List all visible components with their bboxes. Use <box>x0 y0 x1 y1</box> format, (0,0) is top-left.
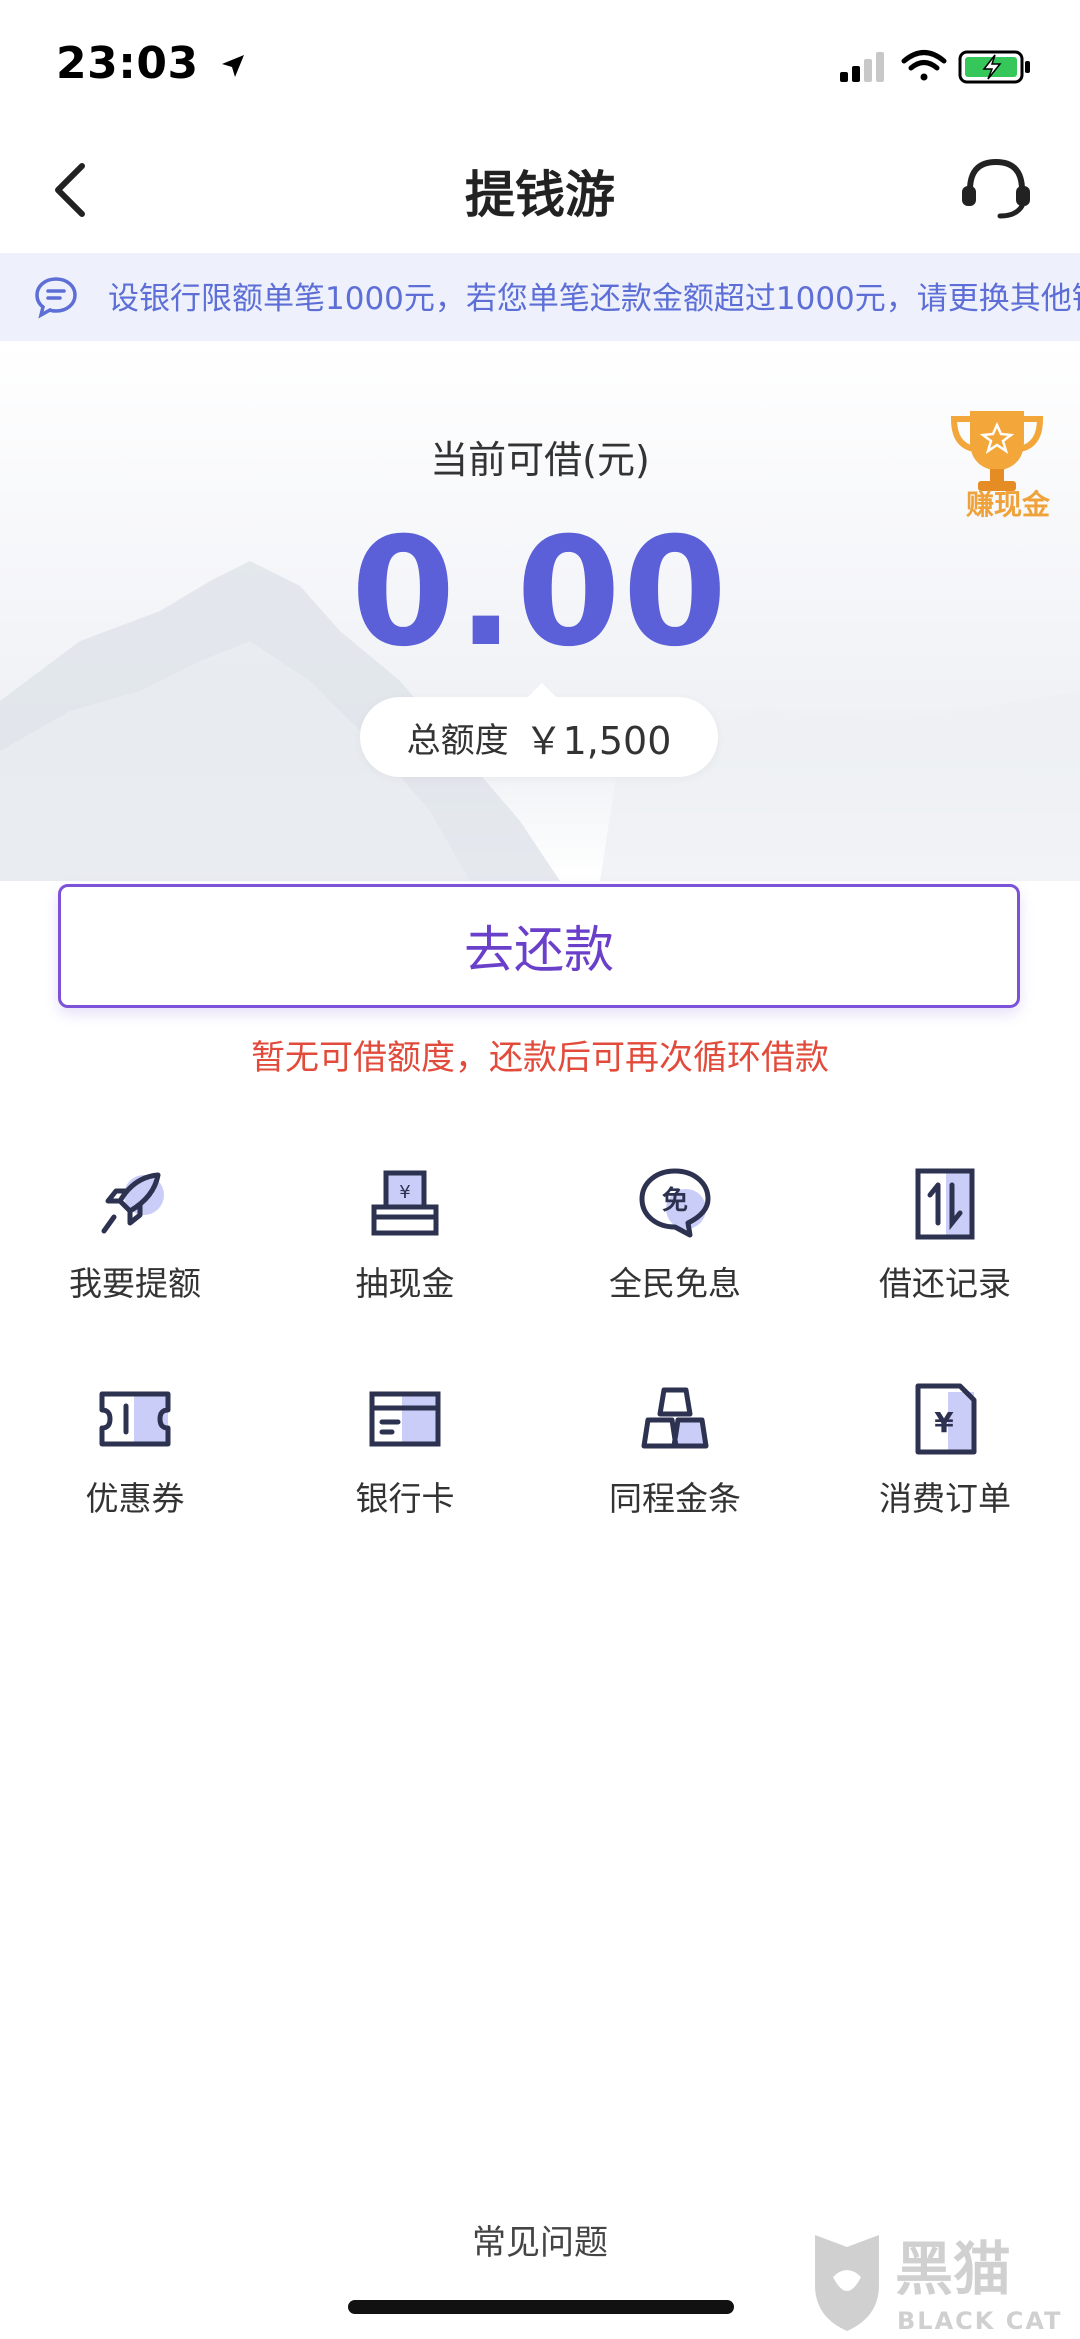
grid-item-free-interest[interactable]: 免 全民免息 <box>540 1165 810 1325</box>
grid-item-orders[interactable]: ¥ 消费订单 <box>810 1380 1080 1540</box>
repay-tip: 暂无可借额度，还款后可再次循环借款 <box>251 1038 829 1078</box>
grid-label: 借还记录 <box>879 1264 1011 1303</box>
order-icon: ¥ <box>915 1383 977 1455</box>
status-time-text: 23:03 <box>56 38 199 89</box>
total-credit-pill: 总额度 ￥1,500 <box>360 683 718 777</box>
total-credit-label: 总额度 <box>406 720 509 761</box>
grid-label: 同程金条 <box>609 1479 741 1518</box>
grid-item-records[interactable]: 借还记录 <box>810 1165 1080 1325</box>
cash-draw-icon: ¥ <box>371 1170 439 1236</box>
notice-bar[interactable]: 设银行限额单笔1000元，若您单笔还款金额超过1000元，请更换其他银 <box>0 253 1080 341</box>
grid-label: 银行卡 <box>355 1479 455 1518</box>
watermark-text-cn: 黑猫 <box>895 2235 1011 2303</box>
grid-item-coupon[interactable]: 优惠券 <box>0 1380 270 1540</box>
available-amount: 0.00 <box>350 506 730 680</box>
available-label: 当前可借(元) <box>430 438 650 482</box>
notice-text: 设银行限额单笔1000元，若您单笔还款金额超过1000元，请更换其他银 <box>108 281 1080 317</box>
bank-card-icon <box>369 1391 441 1447</box>
customer-service-button[interactable] <box>956 152 1036 222</box>
grid-label: 全民免息 <box>609 1264 741 1303</box>
record-icon <box>915 1168 975 1240</box>
location-arrow-icon <box>222 55 245 77</box>
signal-icon <box>840 52 884 82</box>
status-time: 23:03 <box>56 38 248 89</box>
grid-label: 消费订单 <box>879 1479 1011 1518</box>
battery-icon <box>958 50 1030 84</box>
svg-text:¥: ¥ <box>399 1182 410 1203</box>
earn-cash-label[interactable]: 赚现金 <box>966 483 1050 523</box>
headset-icon <box>962 158 1030 219</box>
repay-button[interactable]: 去还款 <box>58 884 1020 1008</box>
rocket-icon <box>101 1172 164 1234</box>
page-title: 提钱游 <box>465 166 615 224</box>
free-interest-icon: 免 <box>639 1168 711 1238</box>
black-cat-watermark: 黑猫 BLACK CAT <box>815 2235 1062 2335</box>
total-credit-value: ￥1,500 <box>524 718 672 763</box>
watermark-text-en: BLACK CAT <box>897 2307 1062 2335</box>
svg-text:¥: ¥ <box>934 1406 954 1439</box>
message-icon <box>35 277 77 319</box>
coupon-icon <box>99 1391 171 1447</box>
hero-section: 当前可借(元) 0.00 总额度 ￥1,500 赚现金 <box>0 341 1080 881</box>
grid-label: 优惠券 <box>85 1479 185 1518</box>
grid-label: 我要提额 <box>69 1264 201 1303</box>
grid-item-bank-card[interactable]: 银行卡 <box>270 1380 540 1540</box>
grid-item-cash-draw[interactable]: ¥ 抽现金 <box>270 1165 540 1325</box>
svg-text:免: 免 <box>662 1185 688 1216</box>
grid-item-gold-bar[interactable]: 同程金条 <box>540 1380 810 1540</box>
status-indicators <box>832 46 1042 86</box>
grid-item-raise-limit[interactable]: 我要提额 <box>0 1165 270 1325</box>
wifi-icon <box>901 50 947 81</box>
grid-label: 抽现金 <box>355 1264 455 1303</box>
gold-bar-icon <box>641 1387 709 1449</box>
home-indicator[interactable] <box>348 2300 734 2314</box>
